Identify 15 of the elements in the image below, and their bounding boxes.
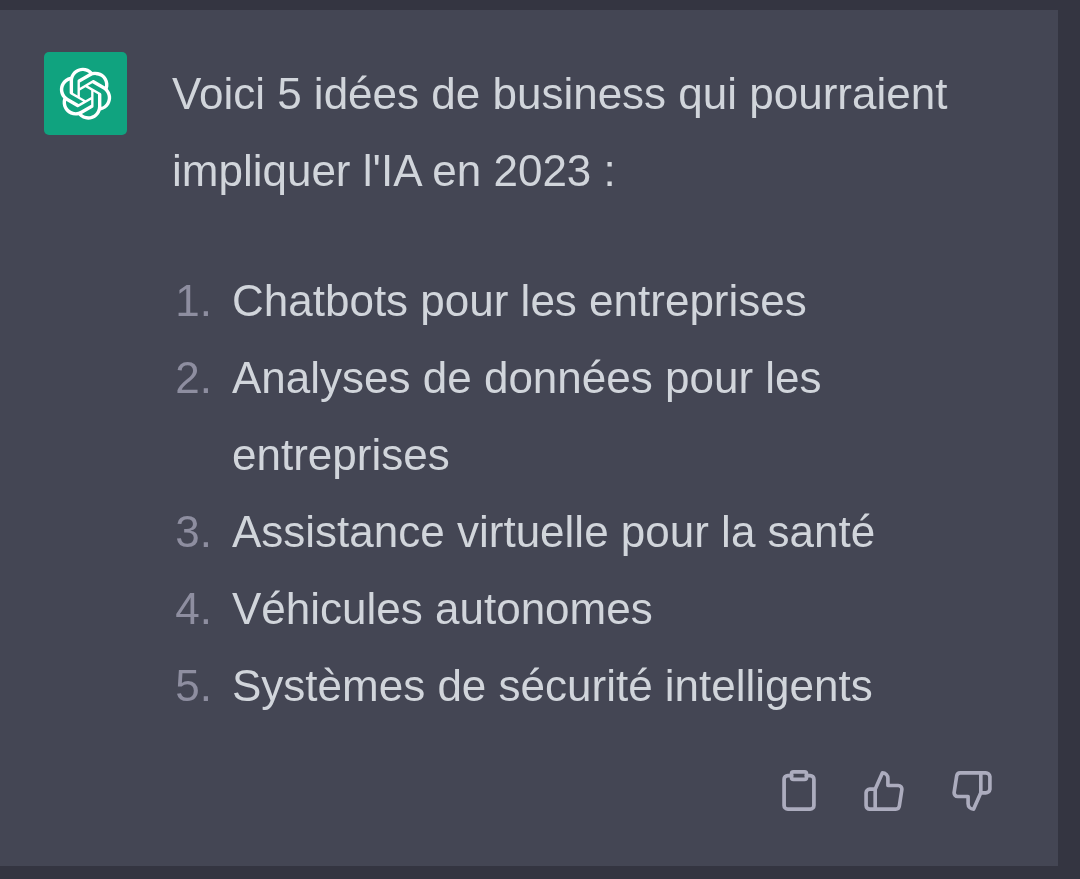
logo-icon [44, 52, 127, 135]
list-item-text: Chatbots pour les entreprises [232, 275, 807, 327]
message-text: Voici 5 idées de business qui pourraient impliquer l'IA en 2023 : [172, 68, 949, 197]
list-number: 3. [174, 506, 212, 558]
list-item-text: Véhicules autonomes [232, 583, 653, 635]
list-number: 1. [174, 275, 212, 327]
list-number: 2. [174, 352, 212, 404]
thumbs-up-icon [864, 770, 904, 811]
clipboard-icon [782, 770, 816, 811]
list-item-text: Assistance virtuelle pour la santé [232, 506, 876, 558]
list-item-text: Systèmes de sécurité intelligents [232, 660, 873, 712]
thumbs-down-icon [952, 770, 992, 811]
list-item-text: Analyses de données pour les entreprises [232, 352, 823, 481]
list-number: 5. [174, 660, 212, 712]
list-number: 4. [174, 583, 212, 635]
